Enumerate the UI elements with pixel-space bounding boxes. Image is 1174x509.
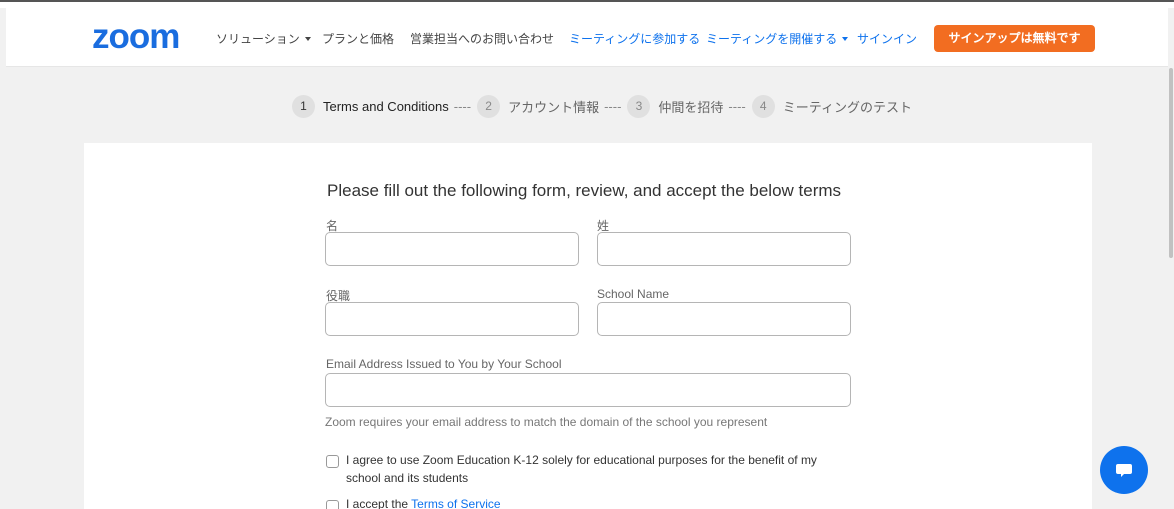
step-number: 2 (477, 94, 501, 118)
email-field[interactable] (325, 373, 851, 407)
accept-terms-prefix: I accept the (346, 497, 409, 509)
nav-sign-in[interactable]: サインイン (857, 30, 917, 47)
step-number: 3 (627, 94, 651, 118)
email-label: Email Address Issued to You by Your Scho… (326, 357, 562, 371)
nav-plans-pricing[interactable]: プランと価格 (322, 30, 394, 47)
top-navbar: zoom ソリューション プランと価格 営業担当へのお問い合わせ ミーティングに… (6, 8, 1168, 67)
step-separator: ---- (604, 98, 622, 114)
form-card: Please fill out the following form, revi… (84, 143, 1092, 509)
agree-educational-text: I agree to use Zoom Education K-12 solel… (346, 453, 817, 485)
nav-host-meeting[interactable]: ミーティングを開催する (706, 30, 849, 47)
step-test-meeting: 4 ミーティングのテスト (751, 94, 912, 118)
zoom-logo[interactable]: zoom (92, 19, 180, 54)
school-name-label: School Name (597, 287, 670, 301)
nav-host-meeting-label: ミーティングを開催する (706, 32, 838, 46)
scrollbar-thumb[interactable] (1169, 68, 1173, 258)
form-title: Please fill out the following form, revi… (327, 181, 842, 200)
signup-steps: 1 Terms and Conditions ---- 2 アカウント情報 --… (292, 94, 912, 118)
nav-solutions[interactable]: ソリューション (216, 30, 311, 47)
step-label: ミーティングのテスト (782, 99, 912, 115)
page-scrollbar[interactable] (1168, 8, 1174, 509)
step-invite: 3 仲間を招待 ---- (627, 94, 751, 118)
step-terms: 1 Terms and Conditions ---- (292, 94, 477, 118)
email-hint: Zoom requires your email address to matc… (325, 415, 768, 429)
chevron-down-icon (842, 37, 849, 41)
school-name-field[interactable] (597, 302, 851, 336)
chat-bubble-icon (1116, 464, 1132, 477)
accept-terms-text: I accept the Terms of Service (346, 495, 501, 509)
step-label: アカウント情報 (508, 99, 600, 115)
agree-educational-checkbox[interactable] (326, 455, 339, 468)
step-label: 仲間を招待 (658, 99, 724, 115)
signup-button[interactable]: サインアップは無料です (934, 25, 1095, 52)
window-top-border (0, 0, 1174, 8)
step-separator: ---- (453, 98, 472, 114)
terms-of-service-link[interactable]: Terms of Service (411, 497, 500, 509)
step-separator: ---- (728, 98, 746, 114)
last-name-field[interactable] (597, 232, 851, 266)
chat-button[interactable] (1100, 446, 1148, 494)
first-name-field[interactable] (325, 232, 579, 266)
nav-contact-sales[interactable]: 営業担当へのお問い合わせ (410, 30, 554, 47)
step-number: 1 (292, 94, 315, 118)
accept-terms-checkbox[interactable] (326, 500, 339, 509)
chevron-down-icon (304, 37, 311, 41)
step-number: 4 (751, 94, 775, 118)
nav-join-meeting[interactable]: ミーティングに参加する (569, 30, 700, 47)
job-title-field[interactable] (325, 302, 579, 336)
step-label: Terms and Conditions (323, 98, 449, 114)
nav-solutions-label: ソリューション (216, 32, 300, 46)
step-account-info: 2 アカウント情報 ---- (477, 94, 627, 118)
